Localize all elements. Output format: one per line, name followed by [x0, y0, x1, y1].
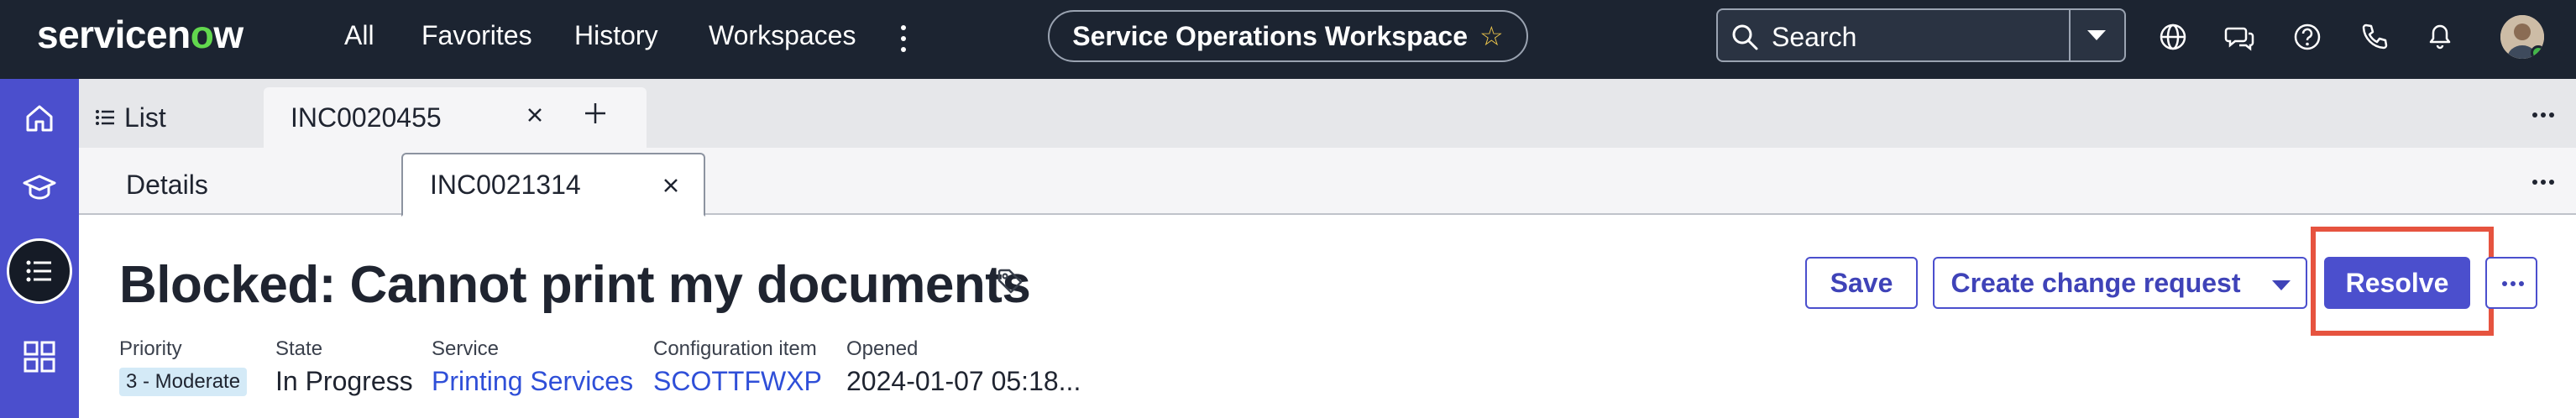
nav-all[interactable]: All — [344, 20, 374, 51]
configuration-item-label: Configuration item — [653, 337, 817, 360]
list-icon — [96, 110, 114, 125]
workspace-switcher[interactable]: Service Operations Workspace ☆ — [1048, 10, 1528, 62]
tab-details-label: Details — [126, 169, 208, 200]
rail-learning[interactable] — [7, 154, 72, 220]
servicenow-logo[interactable]: servicenow — [37, 12, 243, 57]
configuration-item-link[interactable]: SCOTTFWXP — [653, 366, 822, 397]
apps-grid-icon — [24, 341, 55, 373]
nav-history[interactable]: History — [574, 20, 658, 51]
service-label: Service — [432, 337, 500, 360]
globe-icon[interactable] — [2156, 20, 2190, 54]
search-scope-dropdown-icon[interactable] — [2087, 30, 2106, 40]
service-link[interactable]: Printing Services — [432, 366, 633, 397]
priority-label: Priority — [119, 337, 182, 360]
tab-list[interactable]: List — [94, 87, 220, 148]
nav-workspaces[interactable]: Workspaces — [709, 20, 856, 51]
opened-value: 2024-01-07 05:18... — [846, 366, 1081, 396]
help-icon[interactable] — [2291, 20, 2324, 54]
tag-icon[interactable] — [996, 267, 1024, 295]
state-label: State — [275, 337, 323, 360]
notifications-bell-icon[interactable] — [2423, 20, 2457, 54]
list-icon — [26, 260, 51, 282]
save-button[interactable]: Save — [1805, 257, 1918, 309]
opened-label: Opened — [846, 337, 919, 360]
resolve-button[interactable]: Resolve — [2324, 257, 2470, 309]
global-search[interactable]: Search — [1716, 8, 2126, 62]
user-avatar[interactable] — [2500, 15, 2544, 59]
primary-tabs-more-icon[interactable] — [2532, 112, 2556, 119]
tab-details[interactable]: Details — [126, 153, 260, 217]
create-change-request-dropdown-icon[interactable] — [2257, 257, 2307, 309]
state-value: In Progress — [275, 366, 413, 396]
search-divider — [2069, 10, 2071, 60]
secondary-tab-bar: Details INC0021314 — [79, 148, 2576, 217]
secondary-tabs-more-icon[interactable] — [2532, 180, 2556, 186]
home-icon — [26, 105, 53, 132]
phone-icon[interactable] — [2358, 20, 2391, 54]
tab-list-label: List — [124, 102, 166, 133]
online-status-dot — [2531, 45, 2544, 59]
chat-icon[interactable] — [2223, 20, 2257, 54]
graduation-cap-icon — [23, 175, 56, 200]
create-change-request-button[interactable]: Create change request — [1933, 257, 2259, 309]
rail-home[interactable] — [7, 86, 72, 151]
record-title: Blocked: Cannot print my documents — [119, 256, 1031, 314]
rail-apps[interactable] — [7, 324, 72, 389]
tab-inc0021314[interactable]: INC0021314 — [401, 153, 705, 217]
nav-favorites[interactable]: Favorites — [421, 20, 532, 51]
top-navigation-bar: servicenow All Favorites History Workspa… — [0, 0, 2576, 79]
tab-inc0020455-label: INC0020455 — [291, 102, 442, 133]
more-actions-icon[interactable] — [2485, 257, 2537, 309]
rail-list[interactable] — [7, 238, 72, 304]
search-icon — [1732, 24, 1758, 50]
close-subtab-icon[interactable] — [662, 176, 680, 195]
left-sidebar — [0, 79, 79, 418]
more-menu-icon[interactable] — [897, 24, 910, 54]
search-placeholder[interactable]: Search — [1772, 22, 1856, 53]
primary-tab-bar: List INC0020455 — [79, 79, 2576, 148]
tab-inc0021314-label: INC0021314 — [430, 169, 581, 200]
add-tab-icon[interactable] — [583, 101, 608, 126]
favorite-star-icon[interactable]: ☆ — [1479, 20, 1504, 52]
workspace-title: Service Operations Workspace — [1072, 20, 1469, 51]
priority-badge: 3 - Moderate — [119, 368, 248, 396]
close-tab-icon[interactable] — [526, 106, 544, 124]
